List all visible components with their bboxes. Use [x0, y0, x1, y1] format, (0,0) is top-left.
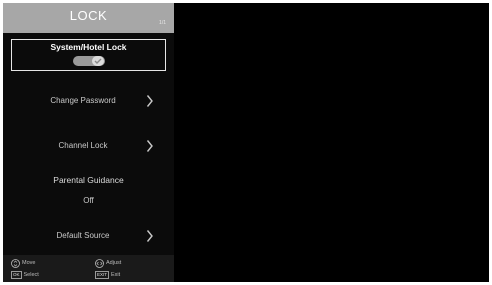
hint-adjust-label: Adjust [106, 260, 122, 266]
updown-arrows-icon [11, 258, 20, 268]
menu-item-channel-lock[interactable]: Channel Lock [3, 140, 174, 157]
chevron-right-icon [146, 95, 153, 107]
hint-select-label: Select [23, 272, 39, 278]
hint-move-label: Move [22, 260, 36, 266]
system-hotel-lock-label: System/Hotel Lock [50, 42, 127, 52]
chevron-right-icon [146, 140, 153, 152]
key-hints-footer: Move Adjust OK Select EXIT Exit [3, 255, 174, 282]
chevron-right-icon [146, 230, 153, 242]
menu-item-change-password[interactable]: Change Password [3, 95, 174, 112]
channel-lock-label: Channel Lock [58, 141, 108, 150]
menu-title-bar: LOCK 1/1 [3, 3, 174, 33]
hint-exit-label: Exit [111, 272, 121, 278]
default-source-label: Default Source [56, 231, 110, 240]
system-hotel-lock-toggle[interactable] [73, 56, 105, 66]
toggle-knob [92, 56, 104, 66]
exit-key-icon: EXIT [95, 271, 110, 279]
menu-item-system-hotel-lock[interactable]: System/Hotel Lock [11, 39, 166, 71]
parental-guidance-label: Parental Guidance [53, 175, 124, 185]
tv-screen: LOCK 1/1 System/Hotel Lock Change Passwo… [3, 3, 489, 282]
parental-guidance-value: Off [83, 196, 94, 205]
hint-select: OK Select [11, 270, 39, 280]
leftright-arrows-icon [95, 258, 104, 268]
hint-move: Move [11, 258, 35, 268]
lock-menu-panel: LOCK 1/1 System/Hotel Lock Change Passwo… [3, 3, 174, 282]
hint-adjust: Adjust [95, 258, 121, 268]
checkmark-icon [94, 58, 102, 64]
page-indicator: 1/1 [159, 20, 166, 26]
change-password-label: Change Password [50, 96, 116, 105]
ok-key-icon: OK [11, 271, 22, 279]
hint-exit: EXIT Exit [95, 270, 120, 280]
menu-title: LOCK [69, 8, 108, 23]
menu-item-default-source[interactable]: Default Source [3, 230, 174, 247]
